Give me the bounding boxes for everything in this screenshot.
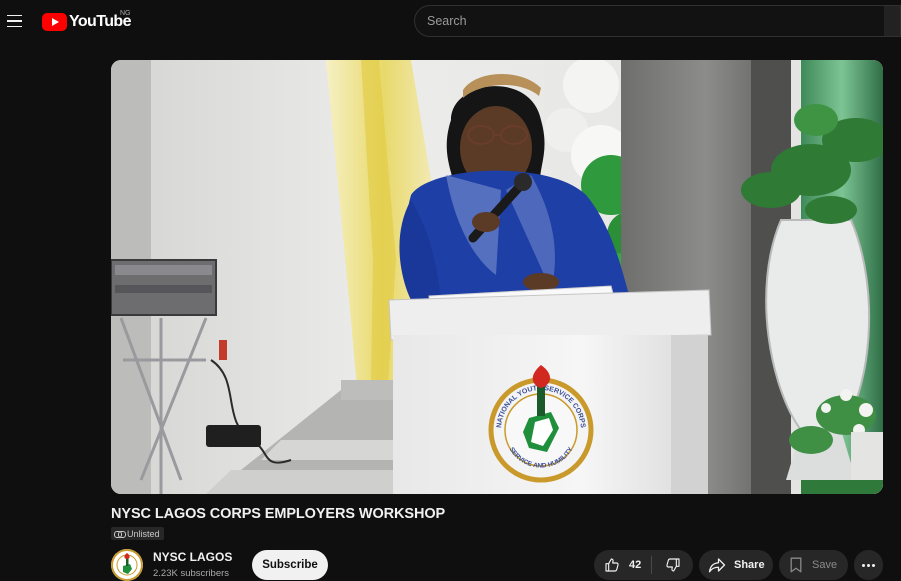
more-actions-button[interactable]	[854, 550, 883, 580]
search-button[interactable]	[884, 5, 901, 37]
like-button[interactable]: 42	[594, 550, 651, 580]
dislike-button[interactable]	[652, 550, 693, 580]
youtube-play-icon	[42, 13, 67, 31]
video-player[interactable]: NATIONAL YOUTH SERVICE CORPS SERVICE AND…	[111, 60, 883, 494]
share-button[interactable]: Share	[699, 550, 773, 580]
like-count: 42	[629, 559, 642, 571]
save-button[interactable]: Save	[779, 550, 848, 580]
channel-avatar[interactable]	[111, 549, 143, 581]
youtube-logo[interactable]: YouTube	[42, 11, 131, 33]
top-bar: YouTube NG	[0, 0, 901, 44]
bookmark-icon	[790, 557, 802, 573]
region-code: NG	[120, 10, 131, 17]
share-label: Share	[734, 559, 765, 571]
like-dislike-group: 42	[594, 550, 693, 580]
thumbs-up-icon	[605, 558, 619, 572]
video-title: NYSC LAGOS CORPS EMPLOYERS WORKSHOP	[111, 506, 446, 522]
subscribe-button[interactable]: Subscribe	[252, 550, 328, 580]
unlisted-badge: Unlisted	[111, 527, 164, 540]
channel-name[interactable]: NYSC LAGOS	[153, 550, 232, 564]
search-input[interactable]	[415, 6, 885, 36]
thumbs-down-icon	[665, 558, 680, 572]
more-horizontal-icon	[862, 563, 875, 567]
save-label: Save	[812, 559, 838, 571]
video-frame: NATIONAL YOUTH SERVICE CORPS SERVICE AND…	[111, 60, 883, 494]
subscriber-count: 2.23K subscribers	[153, 568, 230, 579]
search-box	[414, 5, 886, 37]
link-icon	[114, 530, 126, 538]
nysc-logo-icon	[111, 549, 143, 581]
share-arrow-icon	[708, 558, 726, 573]
visibility-label: Unlisted	[127, 528, 160, 539]
hamburger-menu-icon[interactable]	[2, 9, 26, 33]
